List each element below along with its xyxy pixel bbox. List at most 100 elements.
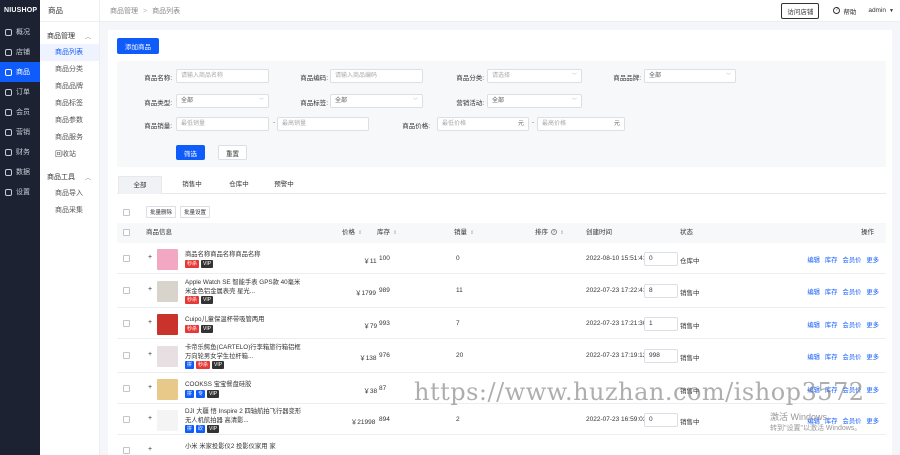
row-action-link[interactable]: 库存 xyxy=(825,385,838,394)
row-checkbox[interactable] xyxy=(123,287,130,294)
max-sales-input[interactable]: 最高销量 xyxy=(277,117,369,131)
product-name[interactable]: DJI 大疆 悟 Inspire 2 四轴航拍飞行器变形无人机航拍器 高清影..… xyxy=(185,407,305,425)
expand-icon[interactable]: + xyxy=(148,415,152,422)
sub-nav-item[interactable]: 商品分类 xyxy=(40,61,99,78)
row-action-link[interactable]: 编辑 xyxy=(807,416,820,425)
row-checkbox[interactable] xyxy=(123,446,130,454)
nav-item[interactable]: 会员 xyxy=(0,102,40,122)
col-sort[interactable]: 排序? ⇕ xyxy=(535,223,564,243)
col-price[interactable]: 价格 ⇕ xyxy=(342,223,362,243)
goods-name-input[interactable]: 请输入商品名称 xyxy=(176,69,269,83)
goods-code-input[interactable]: 请输入商品编码 xyxy=(330,69,423,83)
product-name[interactable]: Apple Watch SE 智能手表 GPS款 40毫米米金色铝金属表壳 星光… xyxy=(185,278,305,296)
sub-group-goods-manage[interactable]: 商品管理 ︿ xyxy=(40,28,99,44)
row-checkbox[interactable] xyxy=(123,384,130,392)
row-action-link[interactable]: 更多 xyxy=(866,287,879,296)
expand-icon[interactable]: + xyxy=(148,351,152,358)
sub-nav-item[interactable]: 商品采集 xyxy=(40,202,99,219)
row-action-link[interactable]: 会员价 xyxy=(843,416,862,425)
row-checkbox[interactable] xyxy=(123,254,130,262)
breadcrumb-item[interactable]: 商品管理 xyxy=(110,8,138,15)
product-name[interactable]: 商品名称商品名称商品名称 xyxy=(185,250,305,259)
row-action-link[interactable]: 库存 xyxy=(825,320,838,329)
row-action-link[interactable]: 库存 xyxy=(825,352,838,361)
row-checkbox[interactable] xyxy=(123,352,130,359)
row-action-link[interactable]: 更多 xyxy=(866,416,879,425)
col-sales[interactable]: 销量 ⇕ xyxy=(454,223,474,243)
category-select[interactable]: 请选择 ﹀ xyxy=(487,69,582,83)
row-action-link[interactable]: 会员价 xyxy=(843,352,862,361)
product-name[interactable]: Cuipo儿童保温杯带吸管两用 xyxy=(185,315,305,324)
sub-nav-item[interactable]: 商品服务 xyxy=(40,129,99,146)
promotion-select[interactable]: 全部 ﹀ xyxy=(487,94,582,108)
nav-item[interactable]: 设置 xyxy=(0,182,40,202)
tab-warning[interactable]: 预警中 xyxy=(262,176,306,194)
sort-order-input[interactable]: 1 xyxy=(644,316,678,331)
row-action-link[interactable]: 编辑 xyxy=(807,385,820,394)
sub-nav-item[interactable]: 商品标签 xyxy=(40,95,99,112)
row-action-link[interactable]: 更多 xyxy=(866,320,879,329)
reset-button[interactable]: 重置 xyxy=(218,145,247,160)
sub-nav-item[interactable]: 回收站 xyxy=(40,146,99,163)
nav-item[interactable]: 店铺 xyxy=(0,42,40,62)
brand-select[interactable]: 全部 ﹀ xyxy=(644,69,736,83)
row-checkbox[interactable] xyxy=(123,319,130,327)
product-name[interactable]: 卡帝乐鳄鱼(CARTELO)行李箱旅行箱铝框万向轮男女学生拉杆箱... xyxy=(185,343,305,361)
min-sales-input[interactable]: 最低销量 xyxy=(176,117,269,131)
col-stock[interactable]: 库存 ⇕ xyxy=(377,223,397,243)
sort-order-input[interactable]: 0 xyxy=(644,412,678,427)
row-action-link[interactable]: 会员价 xyxy=(843,255,862,264)
help-link[interactable]: ? 帮助 xyxy=(833,6,856,16)
sort-order-input[interactable]: 8 xyxy=(644,284,678,298)
sub-nav-item[interactable]: 商品导入 xyxy=(40,185,99,202)
row-checkbox[interactable] xyxy=(123,415,130,423)
visit-store-button[interactable]: 访问店铺 xyxy=(781,2,820,19)
expand-icon[interactable]: + xyxy=(148,286,152,293)
nav-item[interactable]: 财务 xyxy=(0,142,40,162)
row-action-link[interactable]: 更多 xyxy=(866,255,879,264)
expand-icon[interactable]: + xyxy=(148,384,152,391)
filter-button[interactable]: 筛选 xyxy=(176,145,205,160)
row-action-link[interactable]: 编辑 xyxy=(807,255,820,264)
row-action-link[interactable]: 编辑 xyxy=(807,320,820,329)
bulk-delete-button[interactable]: 批量删除 xyxy=(146,206,177,218)
sort-order-input[interactable]: 0 xyxy=(644,251,678,266)
row-action-link[interactable]: 会员价 xyxy=(843,320,862,329)
row-action-link[interactable]: 更多 xyxy=(866,385,879,394)
product-name[interactable]: COOKSS 宝宝餐盘硅胶 xyxy=(185,380,305,389)
user-menu[interactable]: admin ▼ xyxy=(868,7,894,14)
select-all-checkbox[interactable] xyxy=(123,208,130,216)
product-name[interactable]: 小米 米家投影仪2 投影仪家用 家 xyxy=(185,442,305,451)
sort-order-input[interactable]: 998 xyxy=(644,349,678,363)
nav-item[interactable]: 订单 xyxy=(0,82,40,102)
sub-nav-item[interactable]: 商品品牌 xyxy=(40,78,99,95)
row-action-link[interactable]: 编辑 xyxy=(807,352,820,361)
goods-type-select[interactable]: 全部 ﹀ xyxy=(176,94,269,108)
nav-item[interactable]: 数据 xyxy=(0,162,40,182)
add-goods-button[interactable]: 添加商品 xyxy=(117,38,159,54)
min-price-input[interactable]: 最低价格 元 xyxy=(437,117,529,131)
sub-group-goods-tools[interactable]: 商品工具 ︿ xyxy=(40,169,99,185)
row-action-link[interactable]: 库存 xyxy=(825,416,838,425)
row-action-link[interactable]: 库存 xyxy=(825,255,838,264)
max-price-input[interactable]: 最高价格 元 xyxy=(537,117,625,131)
nav-item[interactable]: 商品 xyxy=(0,62,40,82)
row-action-link[interactable]: 会员价 xyxy=(843,385,862,394)
tab-all[interactable]: 全部 xyxy=(118,176,162,194)
goods-tag-select[interactable]: 全部 ﹀ xyxy=(330,94,423,108)
sub-nav-item[interactable]: 商品参数 xyxy=(40,112,99,129)
header-checkbox[interactable] xyxy=(123,229,130,236)
expand-icon[interactable]: + xyxy=(148,446,152,453)
tab-in-warehouse[interactable]: 仓库中 xyxy=(217,176,261,194)
row-action-link[interactable]: 会员价 xyxy=(843,287,862,296)
expand-icon[interactable]: + xyxy=(148,319,152,326)
nav-item[interactable]: 营销 xyxy=(0,122,40,142)
tab-on-sale[interactable]: 销售中 xyxy=(170,176,214,194)
nav-item[interactable]: 概况 xyxy=(0,22,40,42)
row-action-link[interactable]: 更多 xyxy=(866,352,879,361)
sub-nav-item[interactable]: 商品列表 xyxy=(40,44,99,61)
row-action-link[interactable]: 库存 xyxy=(825,287,838,296)
row-action-link[interactable]: 编辑 xyxy=(807,287,820,296)
bulk-settings-button[interactable]: 批量设置 xyxy=(180,206,211,218)
expand-icon[interactable]: + xyxy=(148,254,152,261)
